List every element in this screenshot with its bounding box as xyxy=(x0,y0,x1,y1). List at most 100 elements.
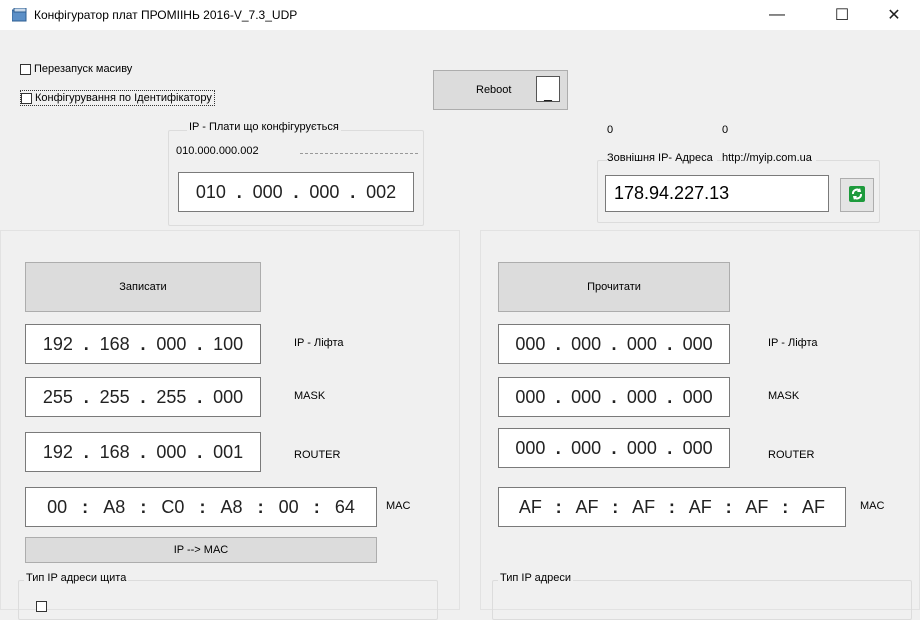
right-router-label: ROUTER xyxy=(768,449,815,461)
left-mac-input[interactable]: 00: A8: C0: A8: 00: 64 xyxy=(25,487,377,527)
mac-byte: 00 xyxy=(47,496,68,517)
window-title: Конфігуратор плат ПРОМІІНЬ 2016-V_7.3_UD… xyxy=(34,8,298,22)
colon: : xyxy=(82,496,89,517)
reboot-indicator: _ xyxy=(536,76,560,102)
board-ip-caption: IP - Плати що конфігурується xyxy=(187,121,341,133)
octet: 192 xyxy=(42,441,73,462)
dot: . xyxy=(140,333,146,354)
dot: . xyxy=(197,386,203,407)
checkbox-label: Перезапуск масиву xyxy=(34,63,133,75)
mac-byte: AF xyxy=(575,496,599,517)
right-ip-input[interactable]: 000. 000. 000. 000 xyxy=(498,324,730,364)
colon: : xyxy=(199,496,206,517)
refresh-button[interactable] xyxy=(840,178,874,212)
dot: . xyxy=(555,386,561,407)
dot: . xyxy=(140,386,146,407)
octet: 000 xyxy=(626,333,657,354)
octet: 000 xyxy=(156,441,187,462)
octet: 000 xyxy=(515,437,546,458)
octet: 002 xyxy=(366,181,397,202)
octet: 255 xyxy=(156,386,187,407)
dot: . xyxy=(350,181,356,202)
right-ip-type-title: Тип IP адреси xyxy=(498,572,574,584)
octet: 255 xyxy=(99,386,130,407)
colon: : xyxy=(612,496,619,517)
octet: 100 xyxy=(213,333,244,354)
octet: 000 xyxy=(252,181,283,202)
octet: 192 xyxy=(42,333,73,354)
minimize-button[interactable]: — xyxy=(757,2,797,28)
external-ip-label: Зовнішня IP- Адреса xyxy=(607,152,717,164)
dot: . xyxy=(197,441,203,462)
octet: 000 xyxy=(213,386,244,407)
dot: . xyxy=(83,386,89,407)
ip-type-checkbox[interactable] xyxy=(36,601,47,612)
left-ip-input[interactable]: 192. 168. 000. 100 xyxy=(25,324,261,364)
octet: 000 xyxy=(626,386,657,407)
left-ip-type-group xyxy=(18,580,438,620)
mac-byte: A8 xyxy=(103,496,126,517)
right-mask-input[interactable]: 000. 000. 000. 000 xyxy=(498,377,730,417)
octet: 000 xyxy=(682,386,713,407)
ip-to-mac-button[interactable]: IP --> MAC xyxy=(25,537,377,563)
mac-byte: AF xyxy=(802,496,826,517)
right-mask-label: MASK xyxy=(768,390,800,402)
octet: 255 xyxy=(42,386,73,407)
reboot-label: Reboot xyxy=(476,84,512,96)
octet: 000 xyxy=(682,437,713,458)
mac-byte: AF xyxy=(745,496,769,517)
octet: 000 xyxy=(571,333,602,354)
counter-b: 0 xyxy=(722,124,729,136)
octet: 000 xyxy=(682,333,713,354)
mac-byte: AF xyxy=(632,496,656,517)
refresh-icon xyxy=(848,185,866,206)
octet: 000 xyxy=(626,437,657,458)
checkbox-box[interactable] xyxy=(21,92,32,104)
right-mac-input[interactable]: AF: AF: AF: AF: AF: AF xyxy=(498,487,846,527)
colon: : xyxy=(140,496,147,517)
right-ip-label: IP - Ліфта xyxy=(768,337,818,349)
dot: . xyxy=(667,437,673,458)
dot: . xyxy=(140,441,146,462)
mac-byte: AF xyxy=(518,496,542,517)
octet: 000 xyxy=(515,386,546,407)
read-button[interactable]: Прочитати xyxy=(498,262,730,312)
external-ip-field[interactable]: 178.94.227.13 xyxy=(605,175,829,212)
left-router-input[interactable]: 192. 168. 000. 001 xyxy=(25,432,261,472)
maximize-button[interactable]: ☐ xyxy=(822,2,862,28)
close-button[interactable]: ✕ xyxy=(874,2,914,28)
octet: 168 xyxy=(99,333,130,354)
dot: . xyxy=(611,333,617,354)
mac-byte: 00 xyxy=(278,496,299,517)
colon: : xyxy=(555,496,562,517)
left-mac-label: MAC xyxy=(386,500,411,512)
left-mask-input[interactable]: 255. 255. 255. 000 xyxy=(25,377,261,417)
mac-byte: AF xyxy=(688,496,712,517)
dot: . xyxy=(197,333,203,354)
checkbox-label: Конфігурування по Ідентифікатору xyxy=(35,92,212,104)
right-mac-label: MAC xyxy=(860,500,885,512)
checkbox-box[interactable] xyxy=(20,63,31,75)
dot: . xyxy=(555,437,561,458)
divider xyxy=(300,153,418,154)
dot: . xyxy=(83,333,89,354)
colon: : xyxy=(257,496,264,517)
octet: 000 xyxy=(515,333,546,354)
colon: : xyxy=(725,496,732,517)
octet: 168 xyxy=(99,441,130,462)
write-button[interactable]: Записати xyxy=(25,262,261,312)
config-by-id-checkbox[interactable]: Конфігурування по Ідентифікатору xyxy=(20,90,215,106)
external-ip-site: http://myip.com.ua xyxy=(722,152,816,164)
restart-array-checkbox[interactable]: Перезапуск масиву xyxy=(20,63,132,75)
colon: : xyxy=(782,496,789,517)
board-ip-input[interactable]: 010. 000. 000. 002 xyxy=(178,172,414,212)
title-bar: Конфігуратор плат ПРОМІІНЬ 2016-V_7.3_UD… xyxy=(0,0,920,30)
colon: : xyxy=(313,496,320,517)
dot: . xyxy=(667,386,673,407)
dot: . xyxy=(611,437,617,458)
app-icon xyxy=(11,7,28,22)
board-ip-text: 010.000.000.002 xyxy=(176,145,259,157)
mac-byte: A8 xyxy=(220,496,243,517)
right-router-input[interactable]: 000. 000. 000. 000 xyxy=(498,428,730,468)
dot: . xyxy=(83,441,89,462)
